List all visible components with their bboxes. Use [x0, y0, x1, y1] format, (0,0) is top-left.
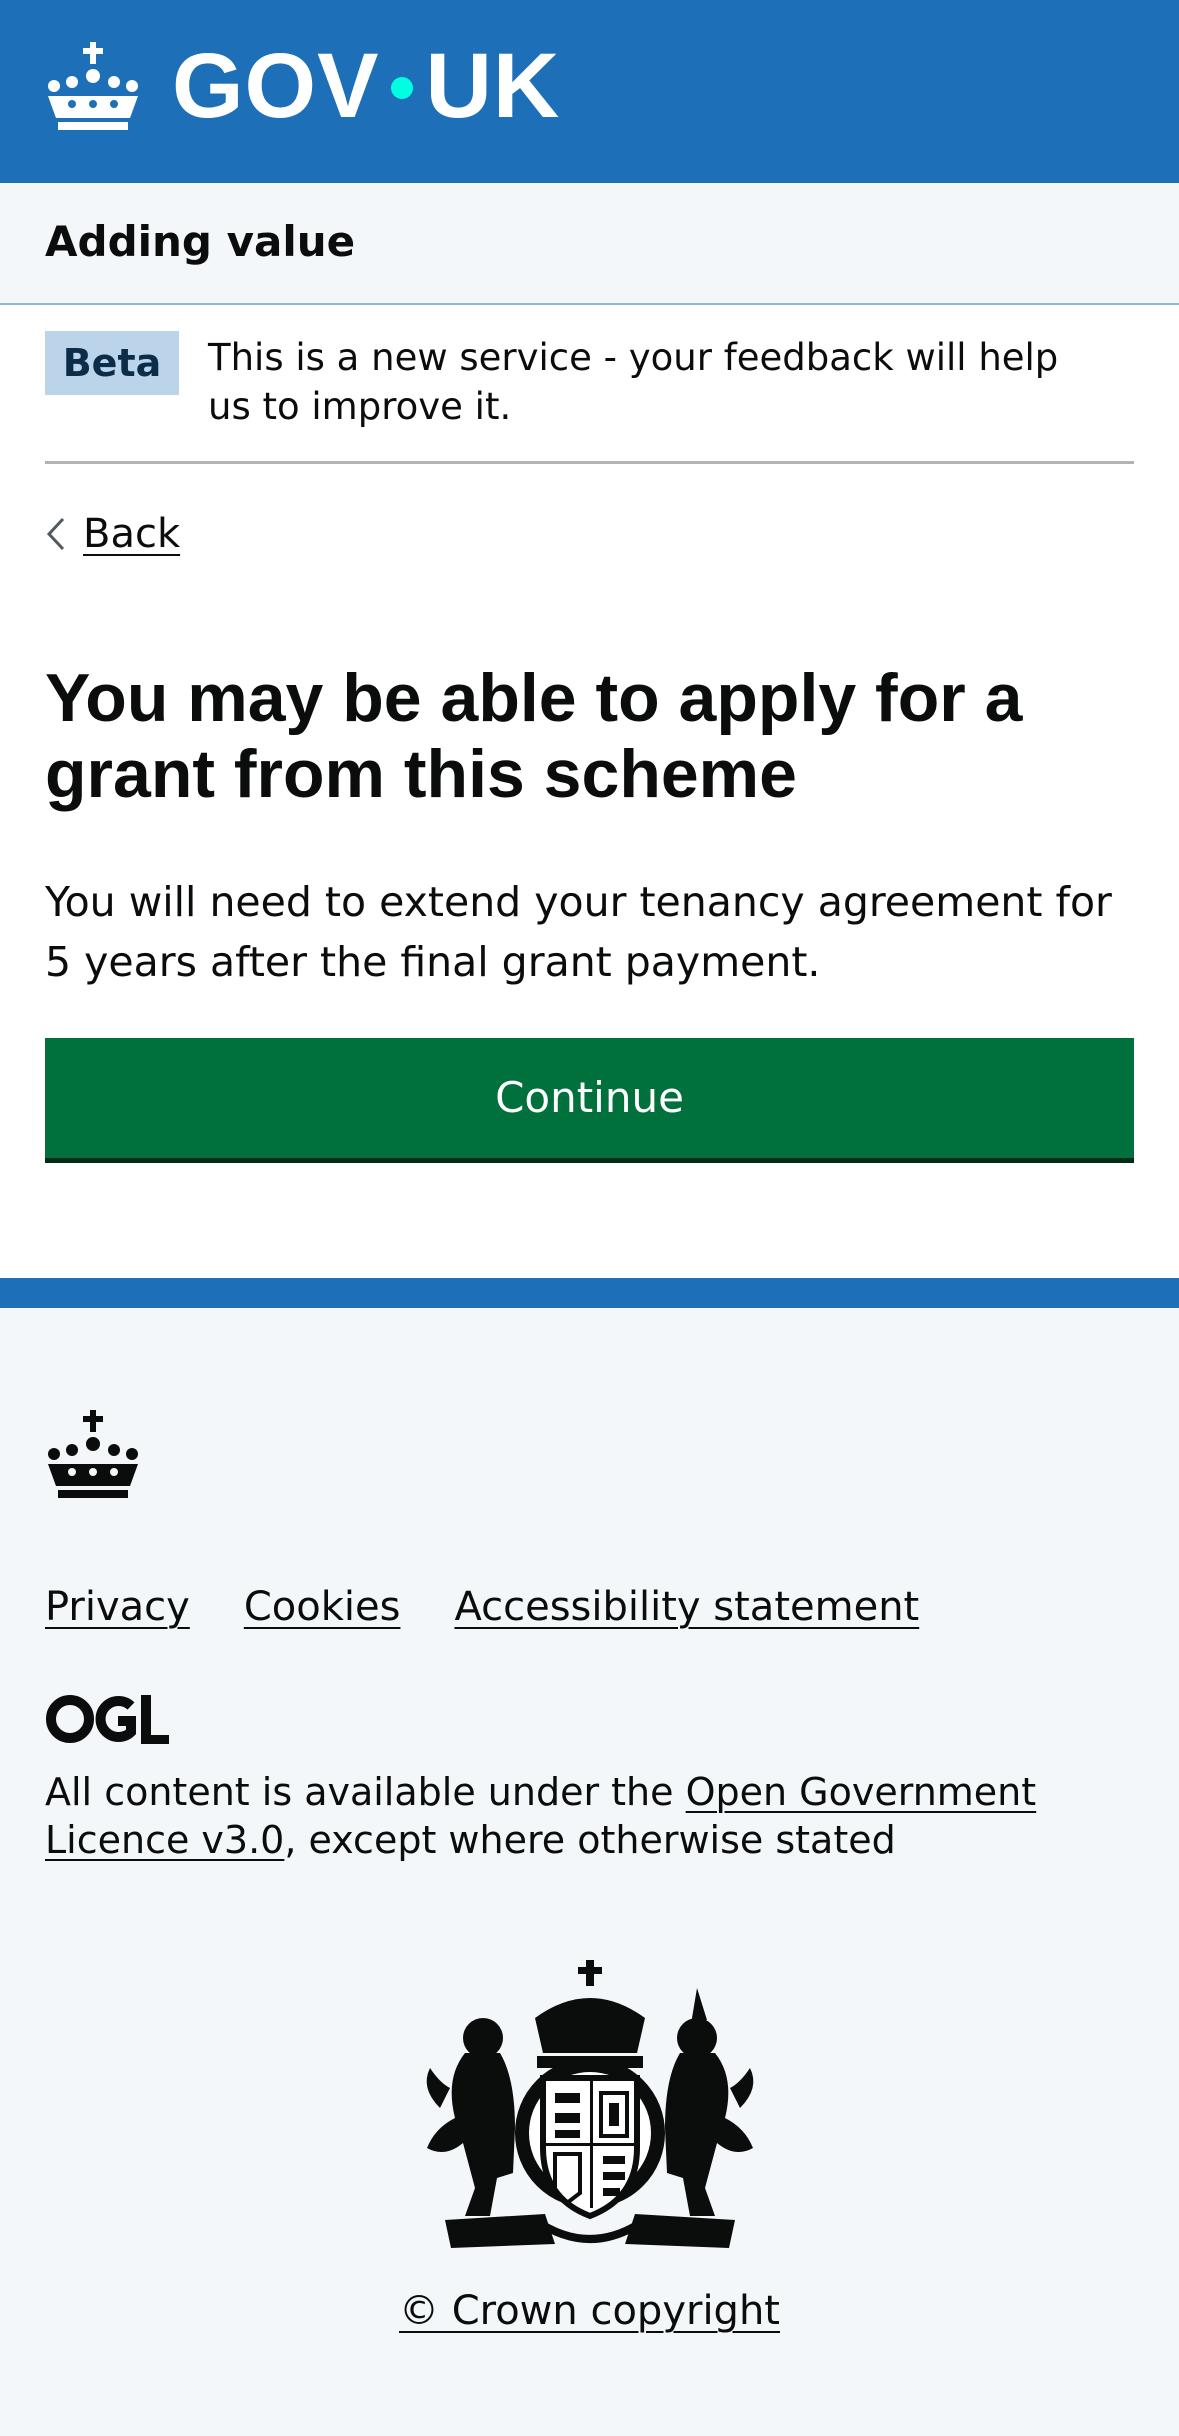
continue-button[interactable]: Continue — [45, 1038, 1134, 1158]
footer-links: Privacy Cookies Accessibility statement — [45, 1584, 919, 1630]
logo-dot — [391, 77, 414, 99]
licence-text: All content is available under the Open … — [45, 1768, 1045, 1864]
back-link[interactable]: Back — [45, 506, 180, 562]
licence-suffix: , except where otherwise stated — [284, 1818, 896, 1862]
crown-icon — [48, 1410, 138, 1498]
govuk-logotype: GOV UK — [172, 40, 560, 132]
logo-text-uk: UK — [425, 35, 561, 137]
govuk-header: GOV UK — [0, 0, 1179, 183]
phase-banner: Beta This is a new service - your feedba… — [45, 305, 1134, 464]
crown-copyright: © Crown copyright — [0, 2288, 1179, 2334]
chevron-left-icon — [46, 517, 65, 551]
footer-link-accessibility[interactable]: Accessibility statement — [454, 1584, 919, 1630]
royal-coat-of-arms-icon — [426, 1960, 754, 2248]
page-title: You may be able to apply for a grant fro… — [45, 660, 1023, 812]
phase-banner-text: This is a new service - your feedback wi… — [208, 336, 1059, 428]
body-text: You will need to extend your tenancy agr… — [45, 878, 1112, 986]
service-name-link[interactable]: Adding value — [45, 217, 355, 267]
service-navigation: Adding value — [0, 183, 1179, 305]
crown-icon — [48, 42, 138, 130]
footer-link-privacy[interactable]: Privacy — [45, 1584, 190, 1630]
logo-text-gov: GOV — [172, 35, 380, 137]
crown-copyright-link[interactable]: © Crown copyright — [399, 2288, 780, 2334]
back-link-label: Back — [83, 511, 181, 557]
footer-link-cookies[interactable]: Cookies — [244, 1584, 401, 1630]
footer: Privacy Cookies Accessibility statement … — [0, 1278, 1179, 2436]
licence-prefix: All content is available under the — [45, 1770, 686, 1814]
beta-tag: Beta — [45, 331, 179, 395]
govuk-homepage-link[interactable]: GOV UK — [44, 36, 560, 136]
ogl-logo-icon — [46, 1695, 169, 1744]
